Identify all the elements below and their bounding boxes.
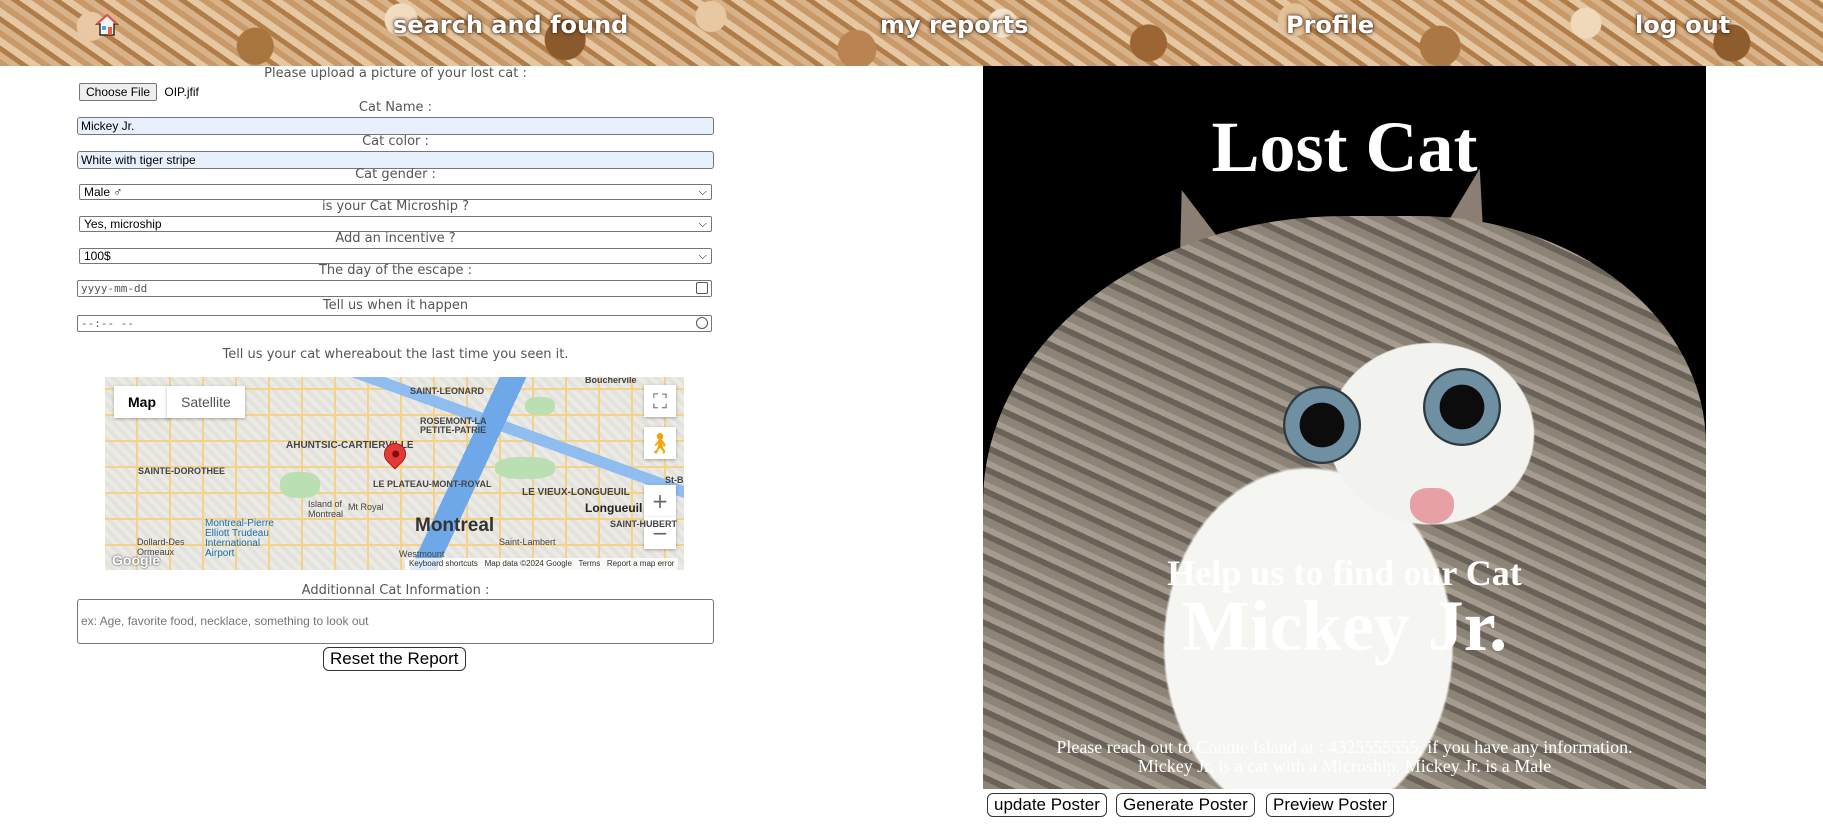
- incentive-label: Add an incentive ?: [335, 231, 456, 246]
- poster-contact-line: Please reach out to Connie Island at : 4…: [1056, 737, 1633, 757]
- park-area: [525, 397, 555, 415]
- cat-gender-select[interactable]: Male ♂ ⌵: [79, 184, 712, 200]
- keyboard-shortcuts-link[interactable]: Keyboard shortcuts: [409, 559, 478, 568]
- map-place-label: ROSEMONT-LA PETITE-PATRIE: [420, 416, 487, 435]
- upload-label: Please upload a picture of your lost cat…: [264, 66, 527, 81]
- additional-info-label: Additionnal Cat Information :: [301, 583, 490, 598]
- escape-date-input[interactable]: yyyy-mm-dd: [77, 280, 712, 297]
- map-place-label: SAINT-LEONARD: [410, 386, 484, 396]
- whereabouts-label: Tell us your cat whereabout the last tim…: [222, 347, 569, 362]
- cat-gender-label: Cat gender :: [355, 167, 436, 182]
- chevron-down-icon: ⌵: [698, 218, 707, 230]
- zoom-in-button[interactable]: +: [644, 485, 676, 517]
- microchip-value: Yes, microship: [84, 217, 162, 231]
- date-placeholder: yyyy-mm-dd: [81, 282, 148, 295]
- escape-time-label: Tell us when it happen: [322, 298, 469, 313]
- poster-info: Please reach out to Connie Island at : 4…: [983, 738, 1706, 776]
- file-name: OIP.jfif: [164, 85, 199, 99]
- cat-color-label: Cat color :: [362, 134, 429, 149]
- nav-search-and-found[interactable]: search and found: [393, 6, 628, 44]
- microchip-label: is your Cat Microship ?: [321, 199, 470, 214]
- map-place-label: Montreal-Pierre Elliott Trudeau Internat…: [205, 518, 274, 559]
- map-place-label: LE PLATEAU-MONT-ROYAL: [373, 479, 492, 489]
- update-poster-button[interactable]: update Poster: [987, 793, 1107, 817]
- home-button[interactable]: [94, 11, 120, 37]
- map-place-label: LE VIEUX-LONGUEUIL: [522, 487, 630, 498]
- nav-my-reports[interactable]: my reports: [880, 6, 1028, 44]
- escape-time-input[interactable]: --:-- --: [77, 315, 712, 332]
- map-city-label: Montreal: [415, 515, 495, 536]
- map-place-label: Bouchervile: [585, 377, 637, 385]
- street-view-icon[interactable]: 🚶︎: [644, 427, 676, 459]
- terms-link[interactable]: Terms: [578, 559, 600, 568]
- map-place-label: Mt Royal: [348, 502, 384, 512]
- map-place-label: SAINT-HUBERT: [610, 519, 677, 529]
- preview-poster-button[interactable]: Preview Poster: [1266, 793, 1395, 817]
- cat-photo: [1283, 386, 1361, 464]
- escape-date-label: The day of the escape :: [318, 263, 473, 278]
- map-place-label: Longueuil: [585, 501, 643, 515]
- map-place-label: St-B: [665, 475, 684, 485]
- map-place-label: Saint-Lambert: [499, 537, 556, 547]
- cat-name-input[interactable]: Mickey Jr.: [77, 117, 714, 135]
- cat-name-label: Cat Name :: [358, 100, 433, 115]
- cat-photo: [983, 216, 1706, 789]
- chevron-down-icon: ⌵: [698, 186, 707, 198]
- choose-file-button[interactable]: Choose File: [79, 83, 158, 101]
- reset-report-button[interactable]: Reset the Report: [323, 647, 466, 671]
- nav-log-out[interactable]: log out: [1635, 6, 1730, 44]
- top-navbar: search and found my reports Profile log …: [0, 0, 1823, 66]
- fullscreen-icon[interactable]: ⛶: [644, 385, 676, 417]
- incentive-select[interactable]: 100$ ⌵: [79, 248, 712, 264]
- lost-cat-poster: Lost Cat Help us to find our Cat Mickey …: [983, 66, 1706, 789]
- clock-icon[interactable]: [696, 317, 708, 329]
- map-data-credit: Map data ©2024 Google: [484, 559, 572, 568]
- map-tab-satellite[interactable]: Satellite: [167, 386, 245, 418]
- google-logo: Google: [112, 552, 161, 568]
- additional-info-textarea[interactable]: ex: Age, favorite food, necklace, someth…: [77, 599, 714, 644]
- cat-photo: [1423, 368, 1501, 446]
- report-map-error-link[interactable]: Report a map error: [607, 559, 675, 568]
- map-footer: Keyboard shortcuts Map data ©2024 Google…: [405, 558, 679, 570]
- map-place-label: SAINTE-DOROTHEE: [138, 466, 226, 476]
- park-area: [495, 457, 555, 479]
- house-icon: [95, 13, 119, 36]
- map-tab-map[interactable]: Map: [114, 386, 170, 418]
- microchip-select[interactable]: Yes, microship ⌵: [79, 216, 712, 232]
- nav-profile[interactable]: Profile: [1286, 6, 1374, 44]
- calendar-icon[interactable]: [696, 282, 708, 294]
- chevron-down-icon: ⌵: [698, 250, 707, 262]
- poster-details-line: Mickey Jr. is a cat with a Microship. Mi…: [1137, 756, 1552, 776]
- location-map[interactable]: Map Satellite ⛶ 🚶︎ + − Bouchervile SAINT…: [105, 377, 684, 570]
- cat-photo: [1410, 488, 1454, 524]
- cat-gender-value: Male ♂: [84, 185, 123, 199]
- poster-cat-name: Mickey Jr.: [1181, 586, 1508, 666]
- generate-poster-button[interactable]: Generate Poster: [1116, 793, 1255, 817]
- incentive-value: 100$: [84, 249, 111, 263]
- time-placeholder: --:-- --: [81, 317, 134, 330]
- poster-title: Lost Cat: [1211, 107, 1478, 187]
- file-upload: Choose File OIP.jfif: [79, 83, 199, 101]
- park-area: [280, 472, 320, 498]
- additional-info-placeholder: ex: Age, favorite food, necklace, someth…: [81, 614, 369, 628]
